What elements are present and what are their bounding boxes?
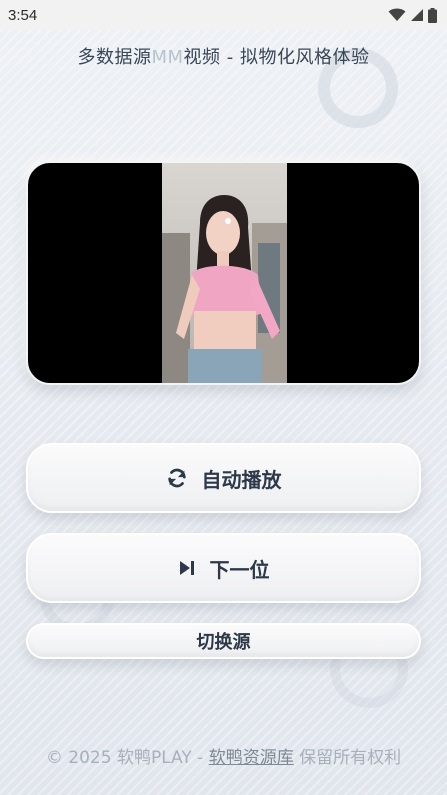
auto-play-label: 自动播放 [201,467,282,492]
video-thumbnail [162,163,287,383]
status-icons [388,7,437,23]
footer-prefix: © 2025 软鸭PLAY - [45,748,209,768]
title-mm: MM [151,47,184,68]
title-text-rest: 视频 - 拟物化风格体验 [183,47,370,68]
footer: © 2025 软鸭PLAY - 软鸭资源库 保留所有权利 [0,743,447,768]
footer-suffix: 保留所有权利 [293,748,402,768]
next-button[interactable]: 下一位 [26,533,421,603]
page-title: 多数据源MM视频 - 拟物化风格体验 [0,43,447,69]
switch-source-label: 切换源 [196,632,251,653]
auto-play-button[interactable]: 自动播放 [26,443,421,513]
wifi-icon [388,8,406,21]
battery-icon [428,7,437,23]
switch-source-button[interactable]: 切换源 [26,623,421,659]
signal-icon [411,9,423,21]
refresh-icon [166,467,188,489]
skip-next-icon [178,559,196,577]
status-bar: 3:54 [0,0,447,30]
title-text: 多数据源 [77,47,152,68]
video-player[interactable] [26,161,421,385]
next-label: 下一位 [209,557,270,582]
status-time: 3:54 [8,6,38,24]
video-frame[interactable] [162,163,287,383]
footer-link[interactable]: 软鸭资源库 [209,748,294,768]
